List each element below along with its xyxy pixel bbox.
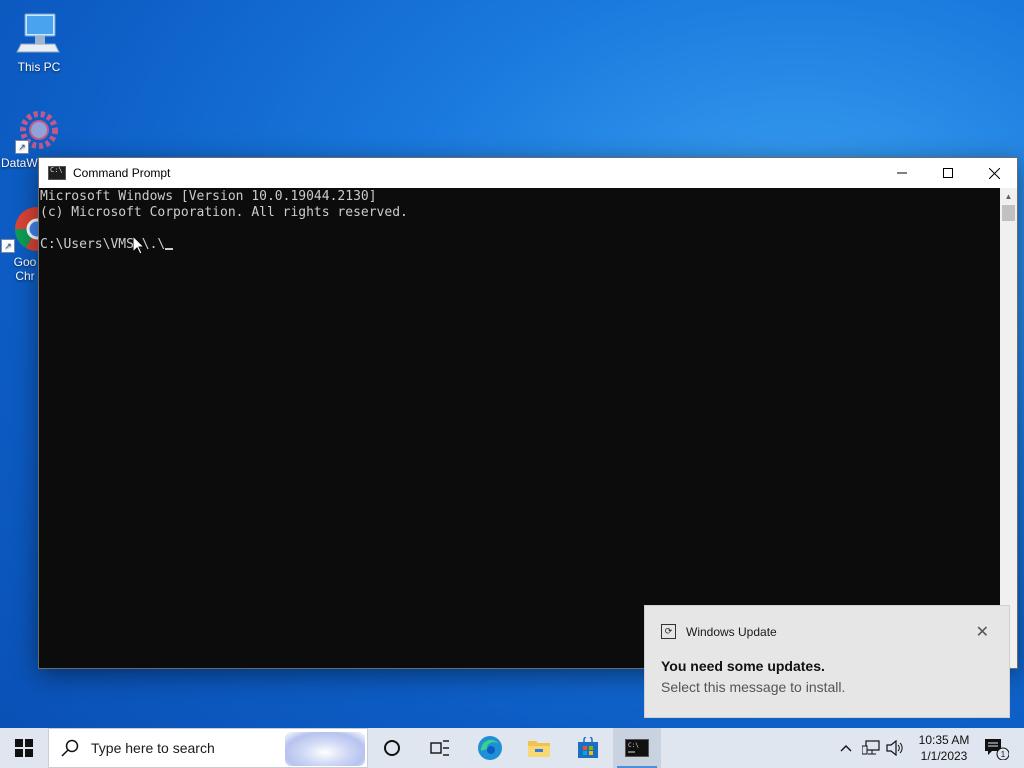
start-button[interactable]	[0, 728, 48, 768]
search-highlight-image	[285, 732, 365, 766]
edge-icon	[478, 736, 502, 760]
chrome-icon: ↗	[1, 205, 59, 253]
clock-time: 10:35 AM	[918, 733, 970, 747]
network-icon	[862, 740, 880, 755]
chevron-up-icon	[840, 745, 852, 752]
console-prompt-text: C:\Users\VMS\\.\	[40, 237, 166, 252]
cmd-taskbar-button[interactable]: C:\	[613, 728, 661, 768]
toast-heading: You need some updates.	[661, 658, 825, 674]
notification-center-button[interactable]: 1	[976, 728, 1016, 768]
minimize-button[interactable]	[879, 158, 925, 188]
shortcut-arrow-icon: ↗	[15, 140, 29, 154]
maximize-icon	[943, 168, 953, 178]
toast-body: Select this message to install.	[661, 679, 846, 695]
search-icon	[61, 739, 79, 757]
title-bar[interactable]: Command Prompt	[39, 158, 1017, 188]
desktop-icon-label: Goo Chr	[13, 255, 37, 283]
computer-icon	[15, 10, 63, 58]
show-hidden-icons-button[interactable]	[836, 728, 856, 768]
taskbar-clock[interactable]: 10:35 AM 1/1/2023	[914, 732, 974, 764]
scroll-thumb[interactable]	[1002, 205, 1015, 221]
close-icon	[988, 167, 1000, 179]
console-output[interactable]: Microsoft Windows [Version 10.0.19044.21…	[39, 188, 1000, 668]
toast-close-icon[interactable]: ✕	[976, 622, 989, 642]
mouse-pointer-icon	[133, 236, 145, 255]
taskbar-search-box[interactable]: Type here to search	[48, 728, 368, 768]
text-cursor	[165, 248, 174, 250]
svg-text:C:\: C:\	[628, 742, 639, 749]
console-line: Microsoft Windows [Version 10.0.19044.21…	[40, 189, 377, 204]
store-button[interactable]	[566, 728, 610, 768]
speaker-icon	[886, 740, 903, 756]
cmd-icon	[48, 166, 66, 180]
scroll-up-arrow-icon[interactable]: ▲	[1000, 188, 1017, 205]
desktop-icon-this-pc[interactable]: This PC	[1, 10, 77, 74]
desktop-icon-dataw[interactable]: ↗ DataW	[1, 106, 58, 170]
vertical-scrollbar[interactable]: ▲	[1000, 188, 1017, 668]
task-view-icon	[430, 740, 449, 756]
file-explorer-button[interactable]	[517, 728, 561, 768]
command-prompt-window[interactable]: Command Prompt Microsoft Windows [Versio…	[38, 157, 1018, 669]
console-prompt-line: C:\Users\VMS\\.\	[40, 237, 1000, 253]
desktop-icon-label: This PC	[17, 60, 61, 74]
gear-icon: ↗	[15, 106, 63, 154]
store-icon	[578, 737, 598, 758]
toast-app-name: Windows Update	[686, 624, 777, 639]
windows-logo-icon	[15, 739, 33, 757]
notification-count: 1	[1001, 750, 1006, 759]
desktop-icon-chrome[interactable]: ↗ Goo Chr	[1, 205, 59, 283]
task-view-button[interactable]	[418, 728, 462, 768]
update-icon: ⟳	[661, 624, 676, 639]
shortcut-arrow-icon: ↗	[1, 239, 15, 253]
cmd-icon: C:\	[625, 739, 649, 757]
window-title: Command Prompt	[73, 166, 171, 180]
maximize-button[interactable]	[925, 158, 971, 188]
volume-button[interactable]	[884, 728, 906, 768]
windows-update-toast[interactable]: ⟳ Windows Update ✕ You need some updates…	[644, 605, 1010, 718]
close-button[interactable]	[971, 158, 1017, 188]
cortana-circle-icon	[384, 740, 400, 756]
minimize-icon	[897, 172, 907, 174]
folder-icon	[528, 741, 550, 757]
edge-taskbar-button[interactable]	[468, 728, 512, 768]
notification-icon: 1	[985, 739, 1009, 760]
search-placeholder: Type here to search	[91, 740, 215, 756]
taskbar: Type here to search C:\ 10:35 AM 1/1/202…	[0, 728, 1024, 768]
network-button[interactable]	[860, 728, 882, 768]
cortana-button[interactable]	[370, 728, 414, 768]
desktop-icon-label: DataW	[1, 156, 38, 170]
clock-date: 1/1/2023	[920, 749, 968, 763]
console-line: (c) Microsoft Corporation. All rights re…	[40, 205, 408, 220]
